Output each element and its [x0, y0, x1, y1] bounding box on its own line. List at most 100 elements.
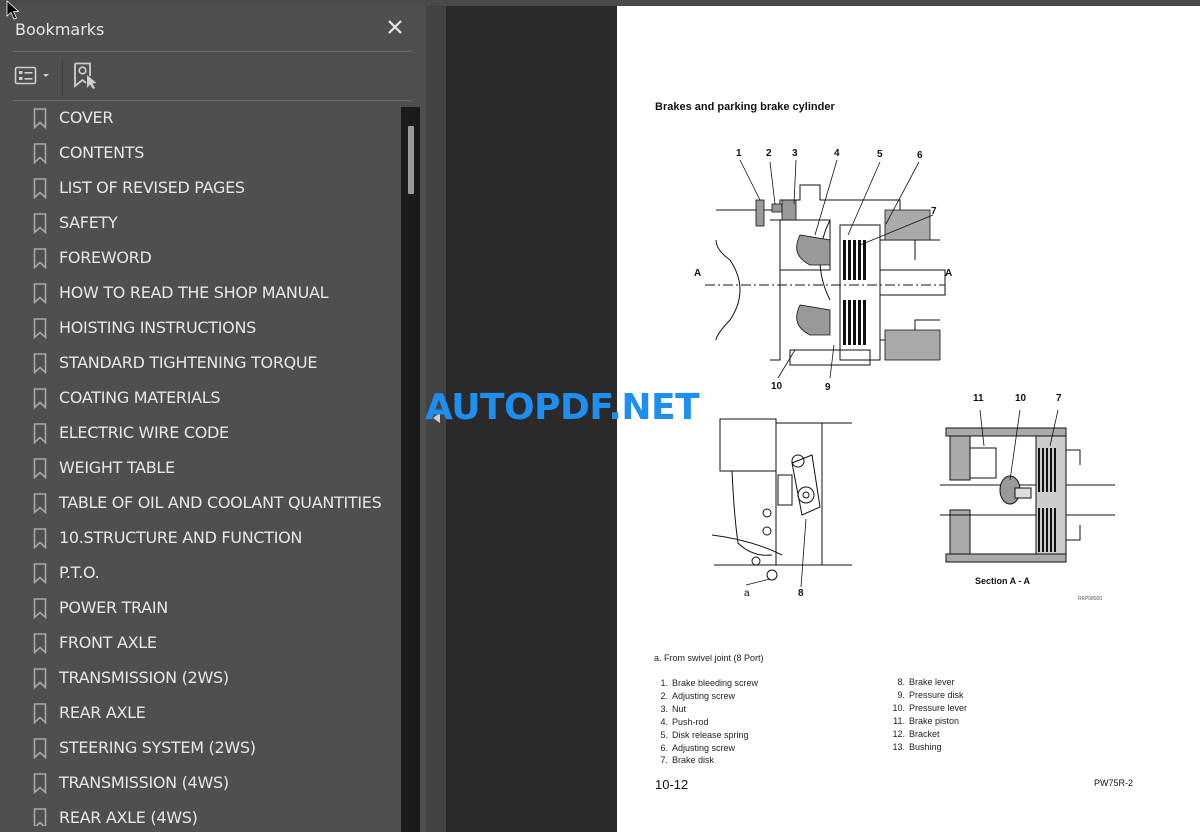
bookmark-label: COVER — [59, 108, 114, 127]
legend-text: Brake bleeding screw — [672, 678, 759, 688]
callout-8: 8 — [798, 588, 804, 599]
legend-item: 6. Adjusting screw — [654, 742, 758, 755]
legend-text: Push-rod — [672, 716, 709, 727]
bookmark-item[interactable]: WEIGHT TABLE — [0, 451, 400, 486]
bookmark-icon — [33, 738, 47, 759]
legend-text: Brake lever — [909, 677, 955, 687]
bookmark-item[interactable]: COVER — [0, 101, 400, 136]
bookmark-icon — [33, 563, 47, 584]
section-label: Section A - A — [975, 576, 1031, 586]
legend-text: Nut — [672, 703, 687, 714]
bookmark-item[interactable]: ELECTRIC WIRE CODE — [0, 416, 400, 451]
legend-text: Disk release spring — [672, 729, 749, 740]
bookmark-item[interactable]: 10.STRUCTURE AND FUNCTION — [0, 521, 400, 556]
callout-7: 7 — [931, 206, 937, 217]
bookmark-label: REAR AXLE — [59, 703, 146, 722]
legend-text: Adjusting screw — [672, 690, 736, 701]
section-a-a-drawing — [940, 410, 1115, 563]
bookmark-icon — [33, 108, 47, 129]
legend-text: Brake piston — [909, 715, 960, 726]
bookmark-item[interactable]: HOISTING INSTRUCTIONS — [0, 311, 400, 346]
watermark: AUTOPDF.NET — [425, 387, 700, 428]
page-heading: Brakes and parking brake cylinder — [655, 101, 835, 113]
bookmark-item[interactable]: HOW TO READ THE SHOP MANUAL — [0, 276, 400, 311]
legend-item: 3. Nut — [654, 703, 758, 716]
bookmark-label: STANDARD TIGHTENING TORQUE — [59, 353, 318, 372]
bookmark-item[interactable]: TRANSMISSION (2WS) — [0, 661, 400, 696]
bookmark-item[interactable]: FOREWORD — [0, 241, 400, 276]
options-menu-button[interactable] — [14, 64, 54, 88]
bookmark-item[interactable]: COATING MATERIALS — [0, 381, 400, 416]
bookmark-icon — [33, 178, 47, 199]
bookmark-icon — [33, 283, 47, 304]
legend-item: 1. Brake bleeding screw — [654, 677, 758, 690]
bookmark-item[interactable]: REAR AXLE (4WS) — [0, 801, 400, 826]
callout-2: 2 — [766, 148, 772, 159]
list-options-icon — [14, 66, 49, 85]
bookmark-item[interactable]: P.T.O. — [0, 556, 400, 591]
legend-text: Pressure disk — [909, 689, 964, 700]
bookmark-label: FOREWORD — [59, 248, 152, 267]
divider — [13, 51, 412, 52]
bookmark-item[interactable]: SAFETY — [0, 206, 400, 241]
bookmark-label: TRANSMISSION (4WS) — [59, 773, 229, 792]
callout-10b: 10 — [1015, 393, 1027, 404]
legend-text: Brake disk — [672, 755, 715, 766]
scrollbar-thumb[interactable] — [408, 126, 414, 194]
bookmark-item[interactable]: STEERING SYSTEM (2WS) — [0, 731, 400, 766]
bookmark-label: COATING MATERIALS — [59, 388, 221, 407]
legend-number: 3. — [660, 703, 668, 714]
bookmark-label: HOW TO READ THE SHOP MANUAL — [59, 283, 329, 302]
section-marker-right: A — [945, 268, 953, 279]
legend-text: Adjusting screw — [672, 742, 736, 753]
bookmark-icon — [33, 143, 47, 164]
callout-10: 10 — [771, 381, 783, 392]
callout-6: 6 — [917, 150, 923, 161]
bookmark-item[interactable]: TABLE OF OIL AND COOLANT QUANTITIES — [0, 486, 400, 521]
figure-note: a. From swivel joint (8 Port) — [654, 653, 764, 663]
find-current-bookmark-icon — [74, 62, 97, 89]
bookmark-icon — [33, 808, 47, 826]
legend-number: 1. — [660, 678, 668, 688]
brake-lever-drawing — [712, 418, 852, 588]
bookmark-label: HOISTING INSTRUCTIONS — [59, 318, 256, 337]
bookmark-label: SAFETY — [59, 213, 118, 232]
legend-item: 11. Brake piston — [891, 715, 967, 728]
bookmark-label: P.T.O. — [59, 563, 100, 582]
callout-11: 11 — [973, 393, 984, 404]
legend-item: 7. Brake disk — [654, 754, 758, 767]
legend-item: 5. Disk release spring — [654, 729, 758, 742]
bookmark-item[interactable]: CONTENTS — [0, 136, 400, 171]
bookmark-item[interactable]: LIST OF REVISED PAGES — [0, 171, 400, 206]
figure-id: RKP08920 — [1078, 596, 1103, 602]
bookmark-icon — [33, 213, 47, 234]
legend-text: Pressure lever — [909, 702, 968, 713]
callout-4: 4 — [834, 148, 840, 159]
bookmark-icon — [33, 493, 47, 514]
bookmark-label: 10.STRUCTURE AND FUNCTION — [59, 528, 303, 547]
legend-number: 4. — [660, 716, 668, 727]
legend-number: 13. — [892, 741, 905, 752]
legend-number: 11. — [893, 715, 905, 726]
mouse-cursor-icon — [6, 0, 20, 20]
bookmark-icon — [33, 703, 47, 724]
find-current-bookmark-button[interactable] — [73, 62, 99, 90]
panel-title: Bookmarks — [15, 20, 105, 39]
chevron-down-icon — [43, 74, 49, 77]
bookmark-item[interactable]: POWER TRAIN — [0, 591, 400, 626]
bookmark-item[interactable]: TRANSMISSION (4WS) — [0, 766, 400, 801]
bookmark-icon — [33, 458, 47, 479]
legend-item: 10. Pressure lever — [891, 702, 967, 715]
bookmark-item[interactable]: FRONT AXLE — [0, 626, 400, 661]
legend-item: 4. Push-rod — [654, 716, 758, 729]
bookmark-item[interactable]: REAR AXLE — [0, 696, 400, 731]
brake-cross-section-drawing — [705, 159, 946, 379]
legend-item: 2. Adjusting screw — [654, 690, 758, 703]
legend-number: 10. — [892, 702, 905, 713]
bookmark-item[interactable]: STANDARD TIGHTENING TORQUE — [0, 346, 400, 381]
close-panel-button[interactable] — [384, 16, 406, 38]
callout-7b: 7 — [1056, 393, 1062, 404]
legend-item: 8. Brake lever — [891, 676, 967, 689]
legend-right: 8. Brake lever 9. Pressure disk 10. Pressure … — [891, 676, 967, 753]
bookmark-list-scrollbar[interactable] — [401, 107, 420, 832]
